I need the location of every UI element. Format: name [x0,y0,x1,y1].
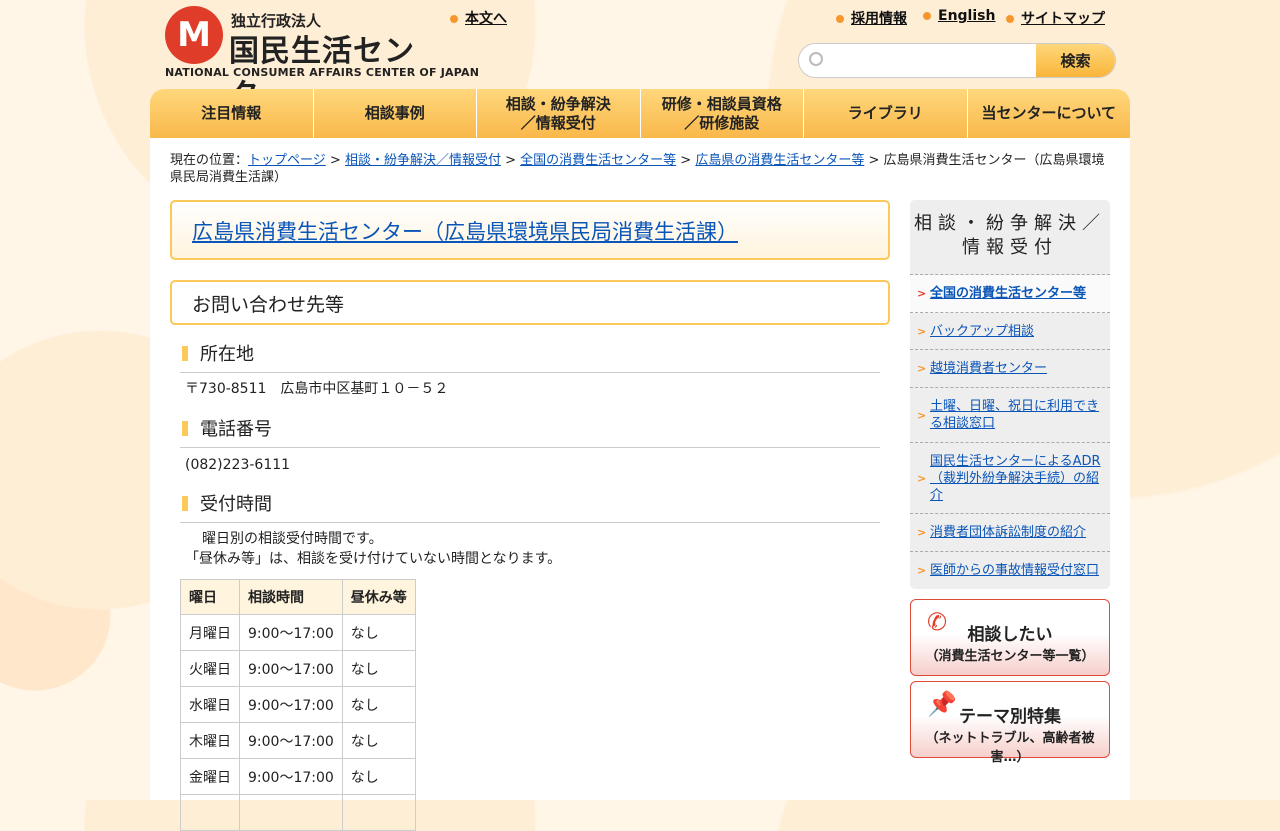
table-cell: 火曜日 [180,650,240,687]
section-heading: お問い合わせ先等 [170,280,890,325]
bullet-icon [450,15,458,23]
table-cell: なし [341,722,416,759]
table-row: 水曜日 9:00～17:00 なし [180,686,416,723]
breadcrumb-link[interactable]: 全国の消費生活センター等 [520,153,676,168]
pushpin-icon: 📌 [927,690,957,718]
nav-attention[interactable]: 注目情報 [150,89,314,138]
table-cell: 9:00～17:00 [239,614,343,651]
page-title: 広島県消費生活センター（広島県環境県民局消費生活課） [170,200,890,260]
breadcrumb-link[interactable]: 相談・紛争解決／情報受付 [345,153,501,168]
address-text: 〒730-8511 広島市中区基町１０－５２ [185,381,449,397]
table-header-row: 曜日 相談時間 昼休み等 [180,579,416,615]
sidebar-item[interactable]: 消費者団体訴訟制度の紹介 [910,514,1110,552]
table-cell: なし [341,686,416,723]
table-cell: なし [341,758,416,795]
col-header: 昼休み等 [341,579,416,615]
sidebar-heading: 相談・紛争解決／情報受付 [910,200,1110,275]
hours-note: 「昼休み等」は、相談を受け付けていない時間となります。 [185,551,562,567]
phone-text: (082)223-6111 [185,457,291,473]
table-row: 金曜日 9:00～17:00 なし [180,758,416,795]
nav-consult[interactable]: 相談・紛争解決 ／情報受付 [477,89,641,138]
table-cell: 9:00～17:00 [239,650,343,687]
table-row: 火曜日 9:00～17:00 なし [180,650,416,687]
table-cell: 9:00～17:00 [239,686,343,723]
theme-banner[interactable]: 📌 テーマ別特集 （ネットトラブル、高齢者被害…） [910,681,1110,765]
sitemap-link[interactable]: サイトマップ [1006,8,1105,28]
recruit-link-text[interactable]: 採用情報 [851,11,907,27]
sidebar-link[interactable]: 全国の消費生活センター等 [930,285,1086,302]
site-logo[interactable]: M 独立行政法人 国民生活センター NATIONAL CONSUMER AFFA… [165,6,479,113]
table-cell: 木曜日 [180,722,240,759]
hours-note: 曜日別の相談受付時間です。 [188,531,383,547]
recruit-link[interactable]: 採用情報 [836,8,907,28]
sidebar-link[interactable]: 医師からの事故情報受付窓口 [930,562,1099,579]
table-cell: なし [341,614,416,651]
nav-cases[interactable]: 相談事例 [313,89,477,138]
nav-about[interactable]: 当センターについて [967,89,1130,138]
bullet-icon [1006,15,1014,23]
skip-link-text[interactable]: 本文へ [465,11,507,27]
english-link-text[interactable]: English [938,8,995,24]
sidebar-item[interactable]: 全国の消費生活センター等 [910,275,1110,313]
main-content: 現在の位置：トップページ > 相談・紛争解決／情報受付 > 全国の消費生活センタ… [150,138,1130,831]
search-button[interactable]: 検索 [1036,44,1115,77]
table-cell: 9:00～17:00 [239,722,343,759]
nav-library[interactable]: ライブラリ [804,89,968,138]
sidebar-link[interactable]: 越境消費者センター [930,360,1047,377]
hours-heading: 受付時間 [180,490,880,523]
col-header: 曜日 [180,579,240,615]
col-header: 相談時間 [239,579,343,615]
address-heading: 所在地 [180,340,880,373]
bullet-icon [836,15,844,23]
search-icon [809,52,823,66]
bullet-icon [923,12,931,20]
page-title-link[interactable]: 広島県消費生活センター（広島県環境県民局消費生活課） [192,220,738,244]
breadcrumb-prefix: 現在の位置： [170,153,249,168]
table-cell: なし [341,650,416,687]
sidebar-item[interactable]: 医師からの事故情報受付窓口 [910,552,1110,589]
search-input[interactable] [829,44,1037,77]
table-row: 月曜日 9:00～17:00 なし [180,614,416,651]
breadcrumb-link[interactable]: 広島県の消費生活センター等 [695,153,864,168]
global-nav: 注目情報 相談事例 相談・紛争解決 ／情報受付 研修・相談員資格 ／研修施設 ラ… [150,89,1130,138]
table-row: 木曜日 9:00～17:00 なし [180,722,416,759]
sidebar-link[interactable]: 国民生活センターによるADR（裁判外紛争解決手続）の紹介 [930,453,1102,504]
banner-sub: （ネットトラブル、高齢者被害…） [925,731,1095,765]
phone-icon: ✆ [927,608,948,636]
phone-heading: 電話番号 [180,415,880,448]
breadcrumb-link[interactable]: トップページ [248,153,326,168]
sidebar-item[interactable]: 越境消費者センター [910,350,1110,388]
sidebar: 相談・紛争解決／情報受付 全国の消費生活センター等 バックアップ相談 越境消費者… [910,200,1110,589]
sidebar-item[interactable]: 土曜、日曜、祝日に利用できる相談窓口 [910,388,1110,443]
sidebar-link[interactable]: バックアップ相談 [930,323,1034,340]
nav-training[interactable]: 研修・相談員資格 ／研修施設 [640,89,804,138]
banner-sub: （消費生活センター等一覧） [925,649,1095,664]
sitemap-link-text[interactable]: サイトマップ [1021,11,1105,27]
search-box: 検索 [798,43,1116,78]
logo-en: NATIONAL CONSUMER AFFAIRS CENTER OF JAPA… [165,66,480,79]
sidebar-link[interactable]: 消費者団体訴訟制度の紹介 [930,524,1086,541]
sidebar-link[interactable]: 土曜、日曜、祝日に利用できる相談窓口 [930,398,1102,432]
table-cell: 金曜日 [180,758,240,795]
english-link[interactable]: English [923,8,995,24]
hours-table: 曜日 相談時間 昼休み等 月曜日 9:00～17:00 なし 火曜日 9:00～17:00… [180,579,416,831]
table-cell: 水曜日 [180,686,240,723]
sidebar-item[interactable]: 国民生活センターによるADR（裁判外紛争解決手続）の紹介 [910,443,1110,514]
table-cell: 月曜日 [180,614,240,651]
sidebar-item[interactable]: バックアップ相談 [910,313,1110,350]
skip-link[interactable]: 本文へ [450,8,507,28]
consult-banner[interactable]: ✆ 相談したい （消費生活センター等一覧） [910,599,1110,676]
table-cell: 9:00～17:00 [239,758,343,795]
logo-mark-icon: M [165,6,223,64]
breadcrumb: 現在の位置：トップページ > 相談・紛争解決／情報受付 > 全国の消費生活センタ… [170,153,1105,185]
